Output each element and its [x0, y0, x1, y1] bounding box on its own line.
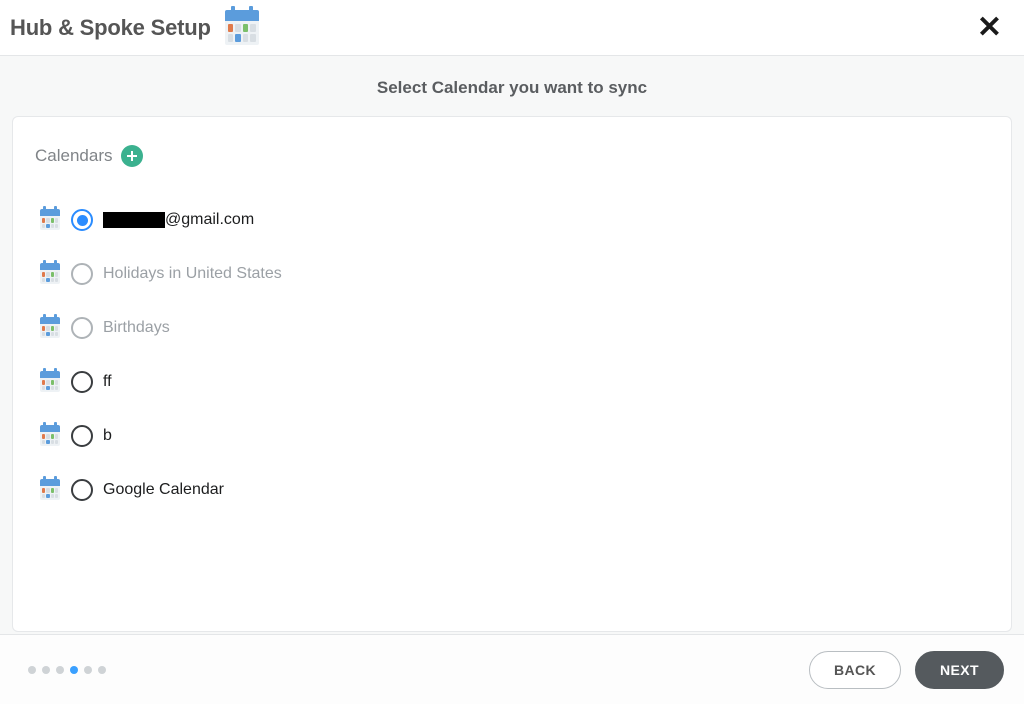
calendar-row: ff — [35, 355, 989, 409]
close-icon[interactable]: ✕ — [971, 9, 1008, 47]
calendar-icon — [39, 263, 61, 285]
progress-dot — [70, 666, 78, 674]
calendar-row: @gmail.com — [35, 193, 989, 247]
progress-dot — [84, 666, 92, 674]
calendar-select-card: Calendars @gmail.com Holidays in United S… — [12, 116, 1012, 632]
calendar-radio[interactable] — [71, 371, 93, 393]
back-button[interactable]: BACK — [809, 651, 901, 689]
calendar-radio[interactable] — [71, 425, 93, 447]
calendar-label: Birthdays — [103, 319, 170, 337]
calendar-radio[interactable] — [71, 209, 93, 231]
progress-dot — [98, 666, 106, 674]
progress-dot — [28, 666, 36, 674]
redacted-text — [103, 212, 165, 228]
calendar-radio — [71, 263, 93, 285]
next-button-label: NEXT — [940, 662, 979, 678]
calendar-icon — [39, 371, 61, 393]
dialog-title: Hub & Spoke Setup — [10, 15, 211, 41]
calendar-row: Birthdays — [35, 301, 989, 355]
calendar-row: b — [35, 409, 989, 463]
calendar-list: @gmail.com Holidays in United States Birth… — [35, 193, 989, 517]
section-title: Calendars — [35, 146, 113, 166]
calendar-label: Google Calendar — [103, 481, 224, 499]
calendar-icon — [39, 479, 61, 501]
next-button[interactable]: NEXT — [915, 651, 1004, 689]
progress-dot — [56, 666, 64, 674]
calendar-icon — [39, 425, 61, 447]
calendar-icon — [39, 317, 61, 339]
wizard-footer: BACK NEXT — [0, 634, 1024, 704]
dialog-header: Hub & Spoke Setup ✕ — [0, 0, 1024, 56]
add-calendar-button[interactable] — [121, 145, 143, 167]
progress-dots — [28, 666, 106, 674]
calendar-label: Holidays in United States — [103, 265, 282, 283]
plus-icon — [126, 150, 138, 162]
back-button-label: BACK — [834, 662, 876, 678]
progress-dot — [42, 666, 50, 674]
calendar-icon — [221, 7, 263, 49]
calendar-label: b — [103, 427, 112, 445]
calendar-row: Google Calendar — [35, 463, 989, 517]
calendar-label: ff — [103, 373, 112, 391]
calendar-label: @gmail.com — [103, 211, 254, 229]
calendar-row: Holidays in United States — [35, 247, 989, 301]
calendar-radio — [71, 317, 93, 339]
calendar-icon — [39, 209, 61, 231]
calendar-radio[interactable] — [71, 479, 93, 501]
step-subtitle: Select Calendar you want to sync — [0, 56, 1024, 116]
